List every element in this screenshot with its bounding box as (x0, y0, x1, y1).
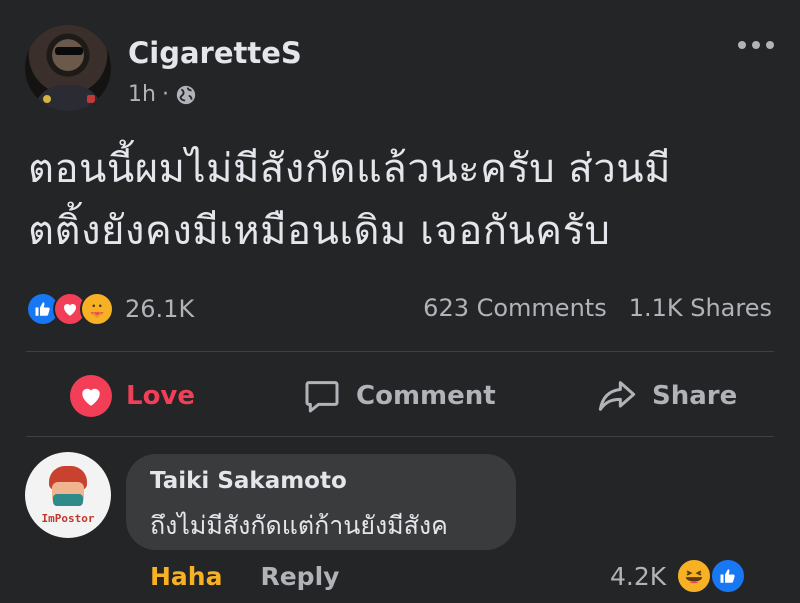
comment-haha-button[interactable]: Haha (150, 562, 222, 591)
love-heart-icon (70, 375, 112, 417)
avatar-tag: ImPostor (41, 512, 95, 525)
reaction-summary[interactable]: 26.1K (26, 292, 194, 326)
commenter-avatar[interactable]: ImPostor (25, 452, 111, 538)
comment-button-label: Comment (356, 381, 496, 411)
post-text-line: ตติ้งยังคงมีเหมือนเดิม เจอกันครับ (28, 208, 611, 254)
post-text-line: ตอนนี้ผมไม่มีสังกัดแล้วนะครับ ส่วนมี (28, 146, 671, 192)
post-text: ตอนนี้ผมไม่มีสังกัดแล้วนะครับ ส่วนมี ตติ… (28, 138, 778, 262)
comment-button[interactable]: Comment (302, 370, 496, 422)
comment-icon (305, 381, 339, 413)
comment-reply-button[interactable]: Reply (260, 562, 339, 591)
comment-text: ถึงไม่มีสังกัดแต่ก้านยังมีสังค (150, 511, 448, 540)
share-icon (598, 381, 636, 411)
post-meta: 1h · (128, 82, 197, 107)
globe-icon (176, 85, 196, 104)
engagement-counts: 623 Comments 1.1K Shares (423, 294, 772, 322)
reaction-count: 26.1K (125, 295, 195, 323)
meta-separator: · (161, 82, 169, 107)
post-time[interactable]: 1h (128, 82, 156, 107)
more-options-button[interactable] (735, 37, 777, 53)
share-button[interactable]: Share (596, 370, 737, 422)
divider (26, 436, 774, 437)
shares-count[interactable]: 1.1K Shares (629, 294, 772, 322)
author-name[interactable]: CigaretteS (128, 36, 302, 70)
comments-count[interactable]: 623 Comments (423, 294, 607, 322)
comment-reaction-count: 4.2K (610, 561, 667, 591)
comment-reaction-summary[interactable]: 4.2K (610, 558, 747, 594)
share-button-label: Share (652, 381, 738, 411)
haha-icon (676, 558, 713, 594)
comment-actions: Haha Reply (150, 562, 339, 591)
divider (26, 351, 774, 352)
love-button[interactable]: Love (70, 370, 195, 422)
like-icon (710, 558, 747, 594)
care-icon (80, 292, 114, 326)
love-button-label: Love (126, 381, 196, 411)
commenter-name[interactable]: Taiki Sakamoto (150, 468, 347, 494)
author-avatar[interactable] (25, 25, 111, 111)
